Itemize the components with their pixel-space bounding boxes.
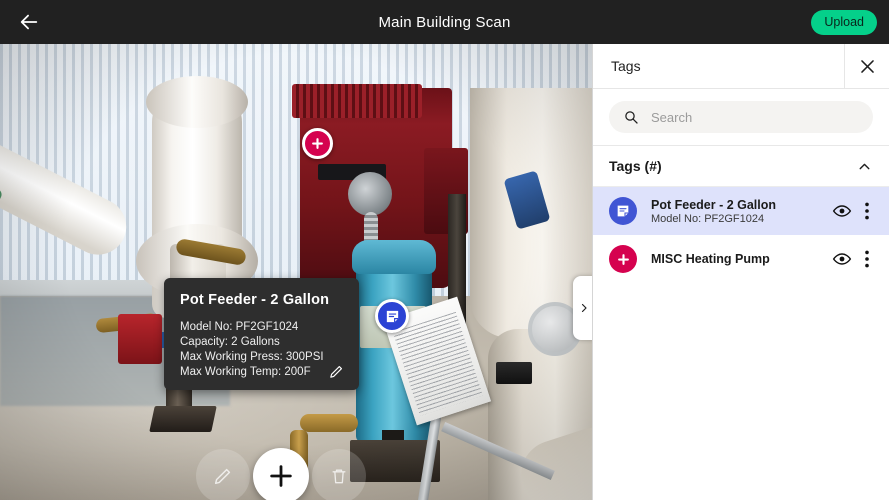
tag-subtitle: Model No: PF2GF1024: [651, 212, 765, 225]
arrow-left-icon: [20, 14, 38, 30]
table-row[interactable]: MISC Heating Pump: [593, 235, 889, 283]
tag-visibility-toggle[interactable]: [827, 244, 857, 274]
close-panel-button[interactable]: [844, 44, 889, 88]
photo-marker-add[interactable]: [302, 128, 333, 159]
edit-tool-button[interactable]: [196, 449, 250, 500]
search-input[interactable]: [649, 108, 859, 126]
callout-edit-button[interactable]: [325, 360, 347, 382]
tag-name: MISC Heating Pump: [651, 252, 770, 266]
callout-title: Pot Feeder - 2 Gallon: [180, 292, 330, 308]
note-icon: [617, 205, 629, 217]
back-button[interactable]: [12, 5, 46, 39]
callout-line-model: Model No: PF2GF1024: [180, 321, 299, 333]
photo-marker-note[interactable]: [375, 299, 409, 333]
note-icon: [386, 310, 398, 322]
pencil-icon: [329, 365, 342, 378]
upload-button[interactable]: Upload: [811, 9, 877, 35]
tags-list: Pot Feeder - 2 Gallon Model No: PF2GF102…: [593, 187, 889, 500]
close-icon: [860, 59, 874, 73]
photo-pipe-stand-foot: [149, 406, 217, 432]
more-vertical-icon: [865, 250, 869, 268]
tag-name: Pot Feeder - 2 Gallon: [651, 197, 777, 212]
scan-photo: [0, 44, 592, 500]
plus-icon: [270, 465, 292, 487]
app-root: Main Building Scan Upload Pot Feeder - 2…: [0, 0, 889, 500]
more-vertical-icon: [865, 202, 869, 220]
plus-icon: [312, 138, 323, 149]
table-row[interactable]: Pot Feeder - 2 Gallon Model No: PF2GF102…: [593, 187, 889, 235]
search-icon: [625, 111, 638, 124]
tag-text: MISC Heating Pump: [651, 252, 827, 266]
add-tag-button[interactable]: [253, 448, 309, 500]
plus-icon: [617, 253, 629, 265]
photo-motor: [348, 172, 392, 216]
viewer-toolbar: [196, 448, 366, 500]
tags-panel-title: Tags: [611, 58, 641, 74]
eye-icon: [832, 253, 852, 265]
pencil-icon: [214, 468, 231, 485]
delete-tool-button[interactable]: [312, 449, 366, 500]
top-app-bar: Main Building Scan Upload: [0, 0, 889, 44]
callout-line-capacity: Capacity: 2 Gallons: [180, 336, 280, 348]
tag-menu-button[interactable]: [857, 244, 877, 274]
tags-section-header[interactable]: Tags (#): [593, 146, 889, 187]
photo-blue-tank-cap: [352, 240, 436, 274]
tags-section-label: Tags (#): [609, 158, 662, 174]
tags-search-box[interactable]: [609, 101, 873, 133]
chevron-up-icon[interactable]: [856, 158, 873, 175]
tag-visibility-toggle[interactable]: [827, 196, 857, 226]
eye-icon: [832, 205, 852, 217]
tags-panel-header: Tags: [593, 44, 889, 89]
panel-expand-tab[interactable]: [573, 276, 592, 340]
tag-info-callout: Pot Feeder - 2 Gallon Model No: PF2GF102…: [164, 278, 359, 390]
callout-line-pressure: Max Working Press: 300PSI: [180, 351, 324, 363]
photo-brass-elbow: [300, 414, 358, 432]
tag-text: Pot Feeder - 2 Gallon Model No: PF2GF102…: [651, 198, 827, 225]
trash-icon: [332, 469, 346, 484]
callout-line-temp: Max Working Temp: 200F: [180, 366, 311, 378]
tag-menu-button[interactable]: [857, 196, 877, 226]
tag-avatar: [609, 197, 637, 225]
tags-panel: Tags Tags (#): [592, 44, 889, 500]
photo-red-box: [118, 314, 162, 364]
tags-search-container: [593, 89, 889, 146]
photo-small-box: [496, 362, 532, 384]
page-title: Main Building Scan: [378, 13, 511, 31]
scan-photo-viewer[interactable]: Pot Feeder - 2 Gallon Model No: PF2GF102…: [0, 44, 592, 500]
tag-avatar: [609, 245, 637, 273]
chevron-right-icon: [581, 303, 587, 313]
